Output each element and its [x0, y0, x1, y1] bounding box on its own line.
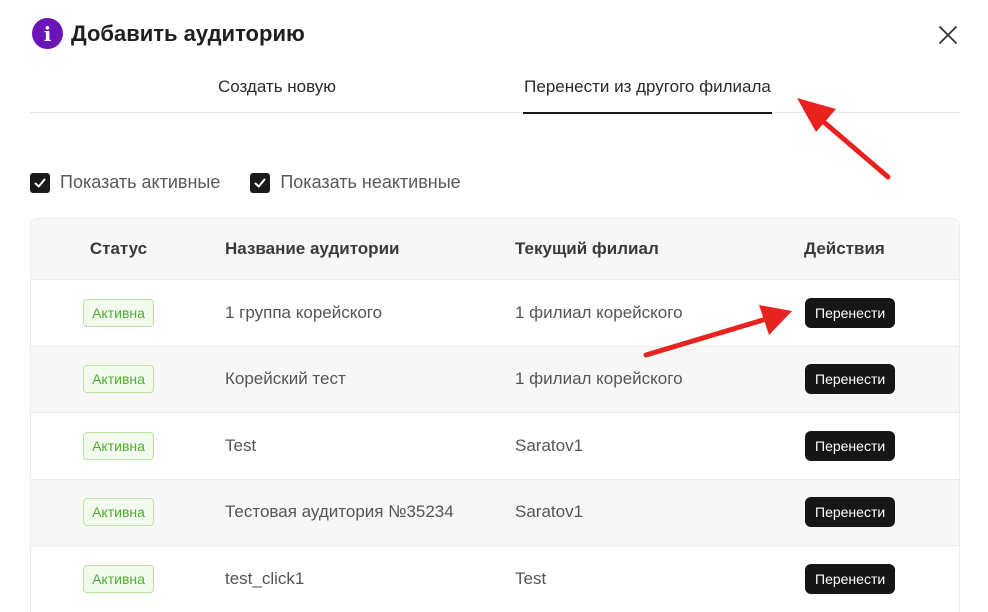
- checkmark-icon: [34, 178, 46, 187]
- transfer-button[interactable]: Перенести: [805, 297, 896, 328]
- dialog-title: Добавить аудиторию: [71, 20, 305, 46]
- current-branch: 1 филиал корейского: [515, 369, 683, 389]
- table-row: Активна test_click1 Test Перенести: [31, 546, 959, 612]
- filter-show-active-label: Показать активные: [60, 172, 221, 192]
- classroom-name: 1 группа корейского: [225, 302, 383, 322]
- tabs-bar: Создать новую Перенести из другого филиа…: [30, 60, 960, 114]
- status-badge: Активна: [83, 298, 154, 327]
- classroom-name: Тестовая аудитория №35234: [225, 502, 454, 522]
- tab-create-new[interactable]: Создать новую: [200, 60, 354, 113]
- transfer-button[interactable]: Перенести: [805, 430, 896, 461]
- checkbox-show-active[interactable]: [30, 172, 50, 193]
- status-badge: Активна: [83, 564, 154, 593]
- tab-transfer-from-branch[interactable]: Перенести из другого филиала: [523, 60, 772, 114]
- filter-show-inactive[interactable]: Показать неактивные: [250, 172, 461, 193]
- classroom-name: Test: [225, 435, 257, 455]
- header-branch: Текущий филиал: [515, 239, 659, 258]
- classroom-name: test_click1: [225, 568, 305, 588]
- header-name: Название аудитории: [225, 239, 400, 258]
- filter-show-active[interactable]: Показать активные: [30, 172, 220, 193]
- transfer-button[interactable]: Перенести: [805, 563, 896, 594]
- table-row: Активна Корейский тест 1 филиал корейско…: [31, 346, 959, 413]
- close-icon[interactable]: [937, 24, 959, 46]
- classrooms-table: Статус Название аудитории Текущий филиал…: [30, 218, 960, 612]
- table-row: Активна Тестовая аудитория №35234 Sarato…: [31, 479, 959, 546]
- header-actions: Действия: [804, 239, 885, 258]
- transfer-button[interactable]: Перенести: [805, 364, 896, 395]
- filter-show-inactive-label: Показать неактивные: [280, 172, 461, 192]
- current-branch: 1 филиал корейского: [515, 302, 683, 322]
- header-status: Статус: [89, 239, 148, 258]
- info-icon: i: [32, 18, 63, 49]
- status-badge: Активна: [83, 431, 154, 460]
- status-badge: Активна: [83, 498, 154, 527]
- table-row: Активна Test Saratov1 Перенести: [31, 413, 959, 480]
- table-header: Статус Название аудитории Текущий филиал…: [31, 219, 959, 280]
- classroom-name: Корейский тест: [225, 369, 346, 389]
- current-branch: Saratov1: [515, 435, 584, 455]
- filters: Показать активные Показать неактивные: [30, 172, 491, 193]
- current-branch: Test: [515, 568, 547, 588]
- current-branch: Saratov1: [515, 502, 584, 522]
- dialog-header: i Добавить аудиторию: [32, 18, 305, 49]
- table-row: Активна 1 группа корейского 1 филиал кор…: [31, 280, 959, 347]
- checkbox-show-inactive[interactable]: [250, 172, 271, 193]
- add-classroom-dialog: i Добавить аудиторию Создать новую Перен…: [0, 0, 988, 612]
- transfer-button[interactable]: Перенести: [805, 497, 896, 528]
- checkmark-icon: [254, 178, 266, 187]
- status-badge: Активна: [83, 365, 154, 394]
